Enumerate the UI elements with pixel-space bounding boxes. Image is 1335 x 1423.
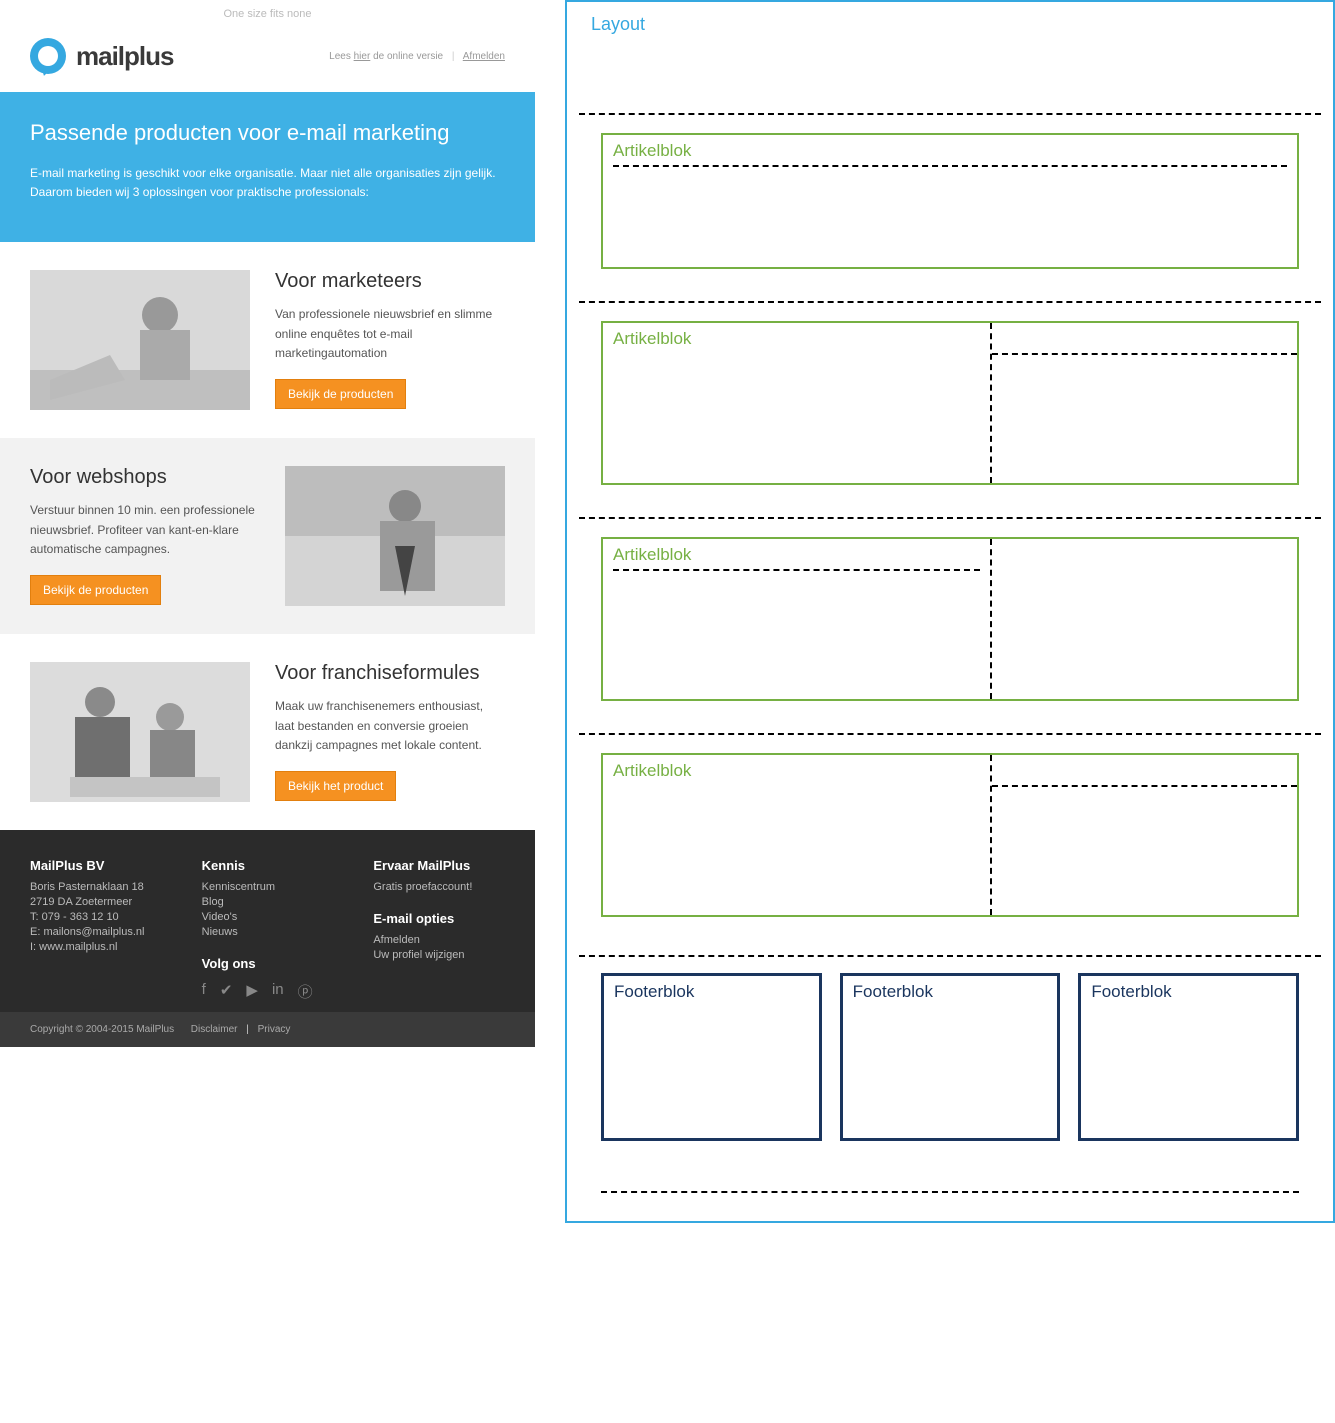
pinterest-icon[interactable]: ⓟ	[298, 981, 313, 1002]
meta-lees: Lees	[329, 51, 351, 62]
link-profiel-wijzigen[interactable]: Uw profiel wijzigen	[373, 949, 464, 961]
link-proefaccount[interactable]: Gratis proefaccount!	[373, 881, 472, 893]
diagram-artikelblok-4: Artikelblok	[601, 753, 1299, 917]
s1-button[interactable]: Bekijk de producten	[275, 379, 406, 409]
s2-title: Voor webshops	[30, 466, 260, 489]
link-privacy[interactable]: Privacy	[258, 1024, 291, 1035]
footer: MailPlus BV Boris Pasternaklaan 18 2719 …	[0, 830, 535, 1012]
hero-title: Passende producten voor e-mail marketing	[30, 120, 505, 146]
meta-rest: de online versie	[373, 51, 443, 62]
artikel-label: Artikelblok	[613, 141, 1287, 161]
image-franchise	[30, 662, 250, 802]
footer-email-link[interactable]: E: mailons@mailplus.nl	[30, 926, 145, 938]
diagram-artikelblok-2: Artikelblok	[601, 321, 1299, 485]
image-webshops	[285, 466, 505, 606]
footer-phone: T: 079 - 363 12 10	[30, 911, 162, 923]
layout-diagram: Layout Artikelblok Artikelblok Artikelbl…	[565, 0, 1335, 1223]
artikel-label: Artikelblok	[613, 545, 980, 565]
footer-col-company: MailPlus BV Boris Pasternaklaan 18 2719 …	[30, 858, 162, 1002]
footer-address-2: 2719 DA Zoetermeer	[30, 896, 162, 908]
twitter-icon[interactable]: ✔	[220, 981, 233, 1002]
artikel-label: Artikelblok	[613, 329, 980, 349]
copyright-text: Copyright © 2004-2015 MailPlus	[30, 1024, 174, 1035]
diagram-artikelblok-3: Artikelblok	[601, 537, 1299, 701]
section-marketeers: Voor marketeers Van professionele nieuws…	[0, 242, 535, 438]
logo-text: mailplus	[76, 41, 173, 72]
footer-website-link[interactable]: I: www.mailplus.nl	[30, 941, 117, 953]
logo: mailplus	[30, 38, 173, 74]
s2-body: Verstuur binnen 10 min. een professionel…	[30, 501, 260, 559]
footer-emailopties-heading: E-mail opties	[373, 911, 505, 926]
s2-button[interactable]: Bekijk de producten	[30, 575, 161, 605]
diagram-artikelblok-1: Artikelblok	[601, 133, 1299, 269]
link-videos[interactable]: Video's	[202, 911, 238, 923]
diagram-footerblok-1: Footerblok	[601, 973, 822, 1141]
separator: |	[452, 51, 455, 62]
diagram-footer-row: Footerblok Footerblok Footerblok	[579, 955, 1321, 1181]
footer-ervaar-heading: Ervaar MailPlus	[373, 858, 505, 873]
s3-body: Maak uw franchisenemers enthousiast, laa…	[275, 697, 505, 755]
s3-button[interactable]: Bekijk het product	[275, 771, 396, 801]
link-disclaimer[interactable]: Disclaimer	[191, 1024, 238, 1035]
logo-icon	[30, 38, 66, 74]
copyright-bar: Copyright © 2004-2015 MailPlus Disclaime…	[0, 1012, 535, 1047]
footer-col-ervaar: Ervaar MailPlus Gratis proefaccount! E-m…	[373, 858, 505, 1002]
footer-company-heading: MailPlus BV	[30, 858, 162, 873]
artikel-label: Artikelblok	[613, 761, 980, 781]
link-blog[interactable]: Blog	[202, 896, 224, 908]
s1-title: Voor marketeers	[275, 270, 505, 293]
diagram-footerblok-2: Footerblok	[840, 973, 1061, 1141]
preheader: One size fits none	[0, 0, 535, 28]
footer-address-1: Boris Pasternaklaan 18	[30, 881, 162, 893]
header-meta: Lees hier de online versie | Afmelden	[329, 51, 505, 62]
section-franchise: Voor franchiseformules Maak uw franchise…	[0, 634, 535, 830]
link-afmelden[interactable]: Afmelden	[463, 51, 505, 62]
hero-block: Passende producten voor e-mail marketing…	[0, 92, 535, 242]
image-marketeers	[30, 270, 250, 410]
link-kenniscentrum[interactable]: Kenniscentrum	[202, 881, 275, 893]
link-nieuws[interactable]: Nieuws	[202, 926, 238, 938]
footer-col-kennis: Kennis Kenniscentrum Blog Video's Nieuws…	[202, 858, 334, 1002]
linkedin-icon[interactable]: in	[272, 981, 284, 1002]
facebook-icon[interactable]: f	[202, 981, 206, 1002]
footer-volgons-heading: Volg ons	[202, 956, 334, 971]
separator: |	[246, 1024, 249, 1035]
youtube-icon[interactable]: ▶	[246, 981, 258, 1002]
hero-body: E-mail marketing is geschikt voor elke o…	[30, 164, 505, 202]
s1-body: Van professionele nieuwsbrief en slimme …	[275, 305, 505, 363]
link-footer-afmelden[interactable]: Afmelden	[373, 934, 419, 946]
diagram-layout-label: Layout	[579, 10, 1321, 39]
footer-kennis-heading: Kennis	[202, 858, 334, 873]
link-online-version[interactable]: hier	[354, 51, 371, 62]
diagram-footerblok-3: Footerblok	[1078, 973, 1299, 1141]
s3-title: Voor franchiseformules	[275, 662, 505, 685]
section-webshops: Voor webshops Verstuur binnen 10 min. ee…	[0, 438, 535, 634]
